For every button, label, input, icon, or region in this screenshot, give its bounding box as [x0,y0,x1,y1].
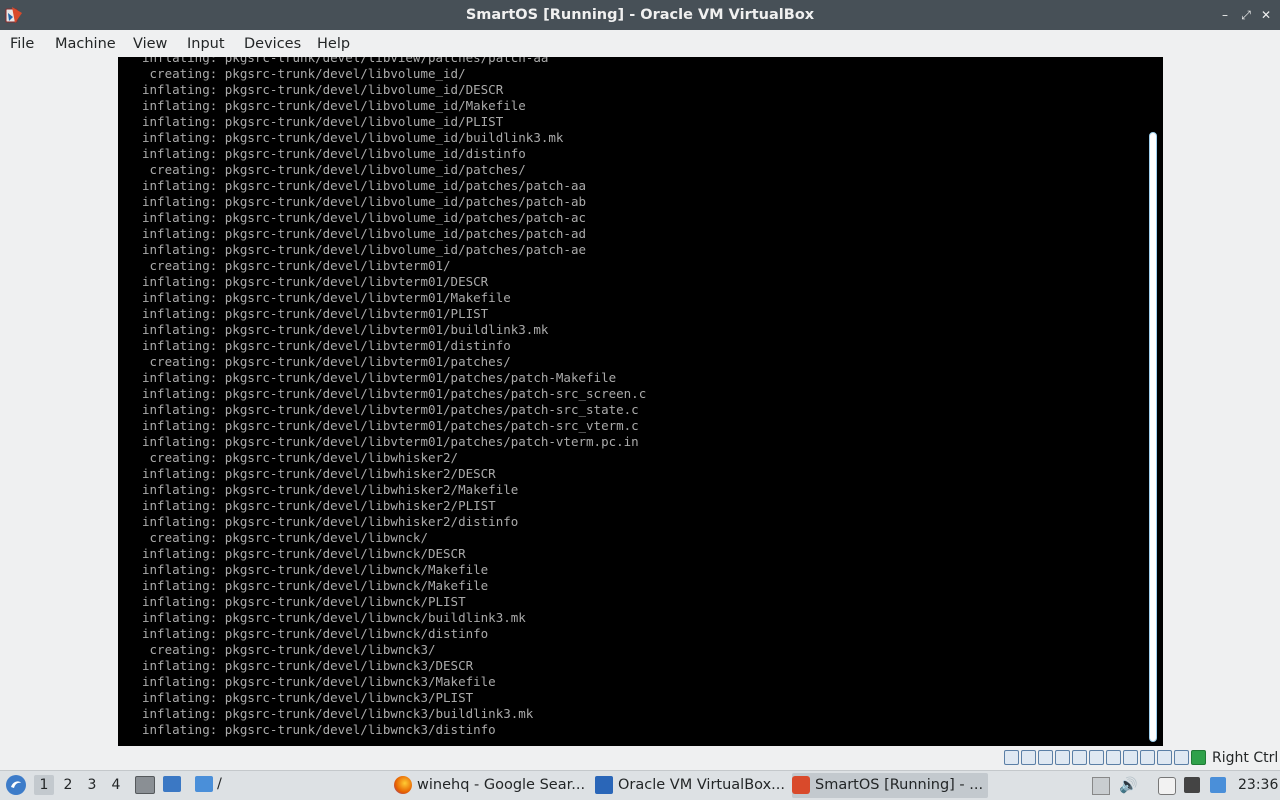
display-icon[interactable] [1106,750,1121,765]
task-label: SmartOS [Running] - ... [815,777,984,793]
menu-machine[interactable]: Machine [55,34,116,54]
task-firefox[interactable]: winehq - Google Sear... [394,773,590,798]
desktop-4[interactable]: 4 [106,775,126,795]
window-title: SmartOS [Running] - Oracle VM VirtualBox [465,7,815,23]
desktop-2[interactable]: 2 [58,775,78,795]
task-label: winehq - Google Sear... [417,777,586,793]
menu-file[interactable]: File [10,34,34,54]
clock[interactable]: 23:36 [1238,777,1278,793]
arrow-down-icon[interactable] [1191,750,1206,765]
menu-input[interactable]: Input [187,34,225,54]
show-desktop-icon[interactable] [163,776,181,792]
close-button[interactable]: ✕ [1259,8,1273,22]
tray-eject-icon[interactable] [1092,777,1110,795]
restore-button[interactable]: ⤢ [1239,8,1253,22]
network-tray-icon[interactable] [1184,777,1200,793]
shared-folders-icon[interactable] [1089,750,1104,765]
usb-icon[interactable] [1072,750,1087,765]
virtualbox-manager-icon [595,776,613,794]
console-output: inflating: pkgsrc-trunk/devel/libview/pa… [142,57,647,737]
task-label: Oracle VM VirtualBox... [618,777,785,793]
virtualbox-vm-icon [792,776,810,794]
optical-drive-icon[interactable] [1021,750,1036,765]
cpu-activity-icon[interactable] [1174,750,1189,765]
desktop-taskbar: 1 2 3 4 / winehq - Google Sear... Oracle… [0,770,1280,800]
file-manager-icon[interactable] [135,776,155,794]
window-titlebar[interactable]: SmartOS [Running] - Oracle VM VirtualBox… [0,0,1280,30]
volume-icon[interactable]: 🔊 [1119,777,1138,793]
task-virtualbox-manager[interactable]: Oracle VM VirtualBox... [595,773,787,798]
menu-devices[interactable]: Devices [244,34,301,54]
audio-icon[interactable] [1038,750,1053,765]
vm-status-bar: Right Ctrl [0,746,1280,770]
notification-icon[interactable] [1210,777,1226,793]
minimize-button[interactable]: – [1218,8,1232,22]
menu-help[interactable]: Help [317,34,350,54]
desktop-1[interactable]: 1 [34,775,54,795]
firefox-icon [394,776,412,794]
video-capture-icon[interactable] [1123,750,1138,765]
network-icon[interactable] [1055,750,1070,765]
menu-view[interactable]: View [133,34,167,54]
mouse-integration-icon[interactable] [1157,750,1172,765]
start-menu-icon[interactable] [5,774,27,796]
vm-console-screen[interactable]: inflating: pkgsrc-trunk/devel/libview/pa… [118,57,1163,746]
menu-bar: File Machine View Input Devices Help [0,30,1280,56]
host-key-label[interactable]: Right Ctrl [1212,749,1278,767]
hard-disk-icon[interactable] [1004,750,1019,765]
keyboard-capture-icon[interactable] [1140,750,1155,765]
folder-icon[interactable] [195,776,213,792]
desktop-3[interactable]: 3 [82,775,102,795]
console-scrollbar[interactable] [1149,132,1157,742]
quick-launch-path: / [217,776,222,792]
task-smartos-vm[interactable]: SmartOS [Running] - ... [792,773,988,798]
clipboard-icon[interactable] [1158,777,1176,795]
